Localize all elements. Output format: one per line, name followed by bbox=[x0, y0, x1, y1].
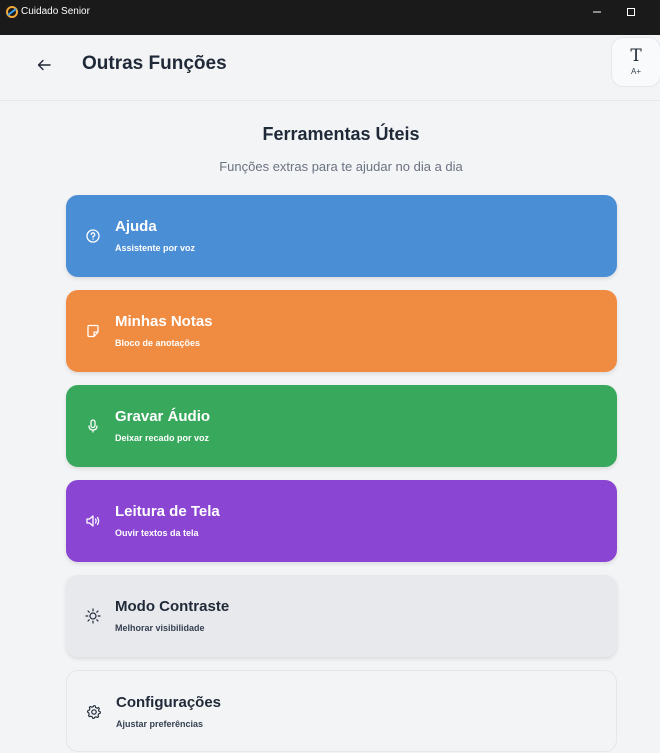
maximize-button[interactable] bbox=[614, 0, 648, 24]
speaker-icon bbox=[84, 512, 102, 530]
notes-card[interactable]: Minhas Notas Bloco de anotações bbox=[66, 290, 617, 372]
contrast-mode-card-label: Modo Contraste bbox=[115, 598, 230, 615]
record-audio-card-label: Gravar Áudio bbox=[115, 408, 211, 425]
contrast-mode-card-description: Melhorar visibilidade bbox=[115, 623, 205, 633]
sun-icon bbox=[84, 607, 102, 625]
note-icon bbox=[84, 322, 102, 340]
arrow-left-icon bbox=[37, 59, 51, 71]
screen-reader-card[interactable]: Leitura de Tela Ouvir textos da tela bbox=[66, 480, 617, 562]
app-logo-icon bbox=[6, 6, 18, 18]
settings-card-description: Ajustar preferências bbox=[116, 719, 204, 729]
font-size-increase-label: A+ bbox=[630, 67, 641, 76]
contrast-mode-card[interactable]: Modo Contraste Melhorar visibilidade bbox=[66, 575, 617, 657]
help-circle-icon bbox=[84, 227, 102, 245]
help-card-label: Ajuda bbox=[115, 218, 157, 235]
help-card-description: Assistente por voz bbox=[115, 243, 196, 253]
screen-reader-card-description: Ouvir textos da tela bbox=[115, 528, 199, 538]
page-title: Outras Funções bbox=[82, 53, 227, 74]
minimize-button[interactable] bbox=[580, 0, 614, 24]
settings-card-label: Configurações bbox=[116, 694, 222, 711]
maximize-icon bbox=[627, 8, 635, 16]
window-titlebar: Cuidado Senior bbox=[0, 0, 660, 35]
section-subtitle: Funções extras para te ajudar no dia a d… bbox=[219, 159, 463, 174]
window-title: Cuidado Senior bbox=[21, 6, 90, 17]
settings-card[interactable]: Configurações Ajustar preferências bbox=[66, 670, 617, 752]
back-button[interactable] bbox=[30, 51, 58, 79]
screen-reader-card-label: Leitura de Tela bbox=[115, 503, 220, 520]
font-size-button[interactable]: T A+ bbox=[611, 37, 660, 87]
microphone-icon bbox=[84, 417, 102, 435]
notes-card-label: Minhas Notas bbox=[115, 313, 213, 330]
page-header: Outras Funções T A+ bbox=[0, 35, 660, 101]
record-audio-card[interactable]: Gravar Áudio Deixar recado por voz bbox=[66, 385, 617, 467]
font-size-icon: T bbox=[630, 46, 642, 66]
notes-card-description: Bloco de anotações bbox=[115, 338, 201, 348]
help-card[interactable]: Ajuda Assistente por voz bbox=[66, 195, 617, 277]
main-content: Ferramentas Úteis Funções extras para te… bbox=[0, 101, 660, 753]
gear-icon bbox=[85, 703, 103, 721]
record-audio-card-description: Deixar recado por voz bbox=[115, 433, 210, 443]
minimize-icon bbox=[593, 11, 601, 13]
section-title: Ferramentas Úteis bbox=[262, 124, 420, 144]
